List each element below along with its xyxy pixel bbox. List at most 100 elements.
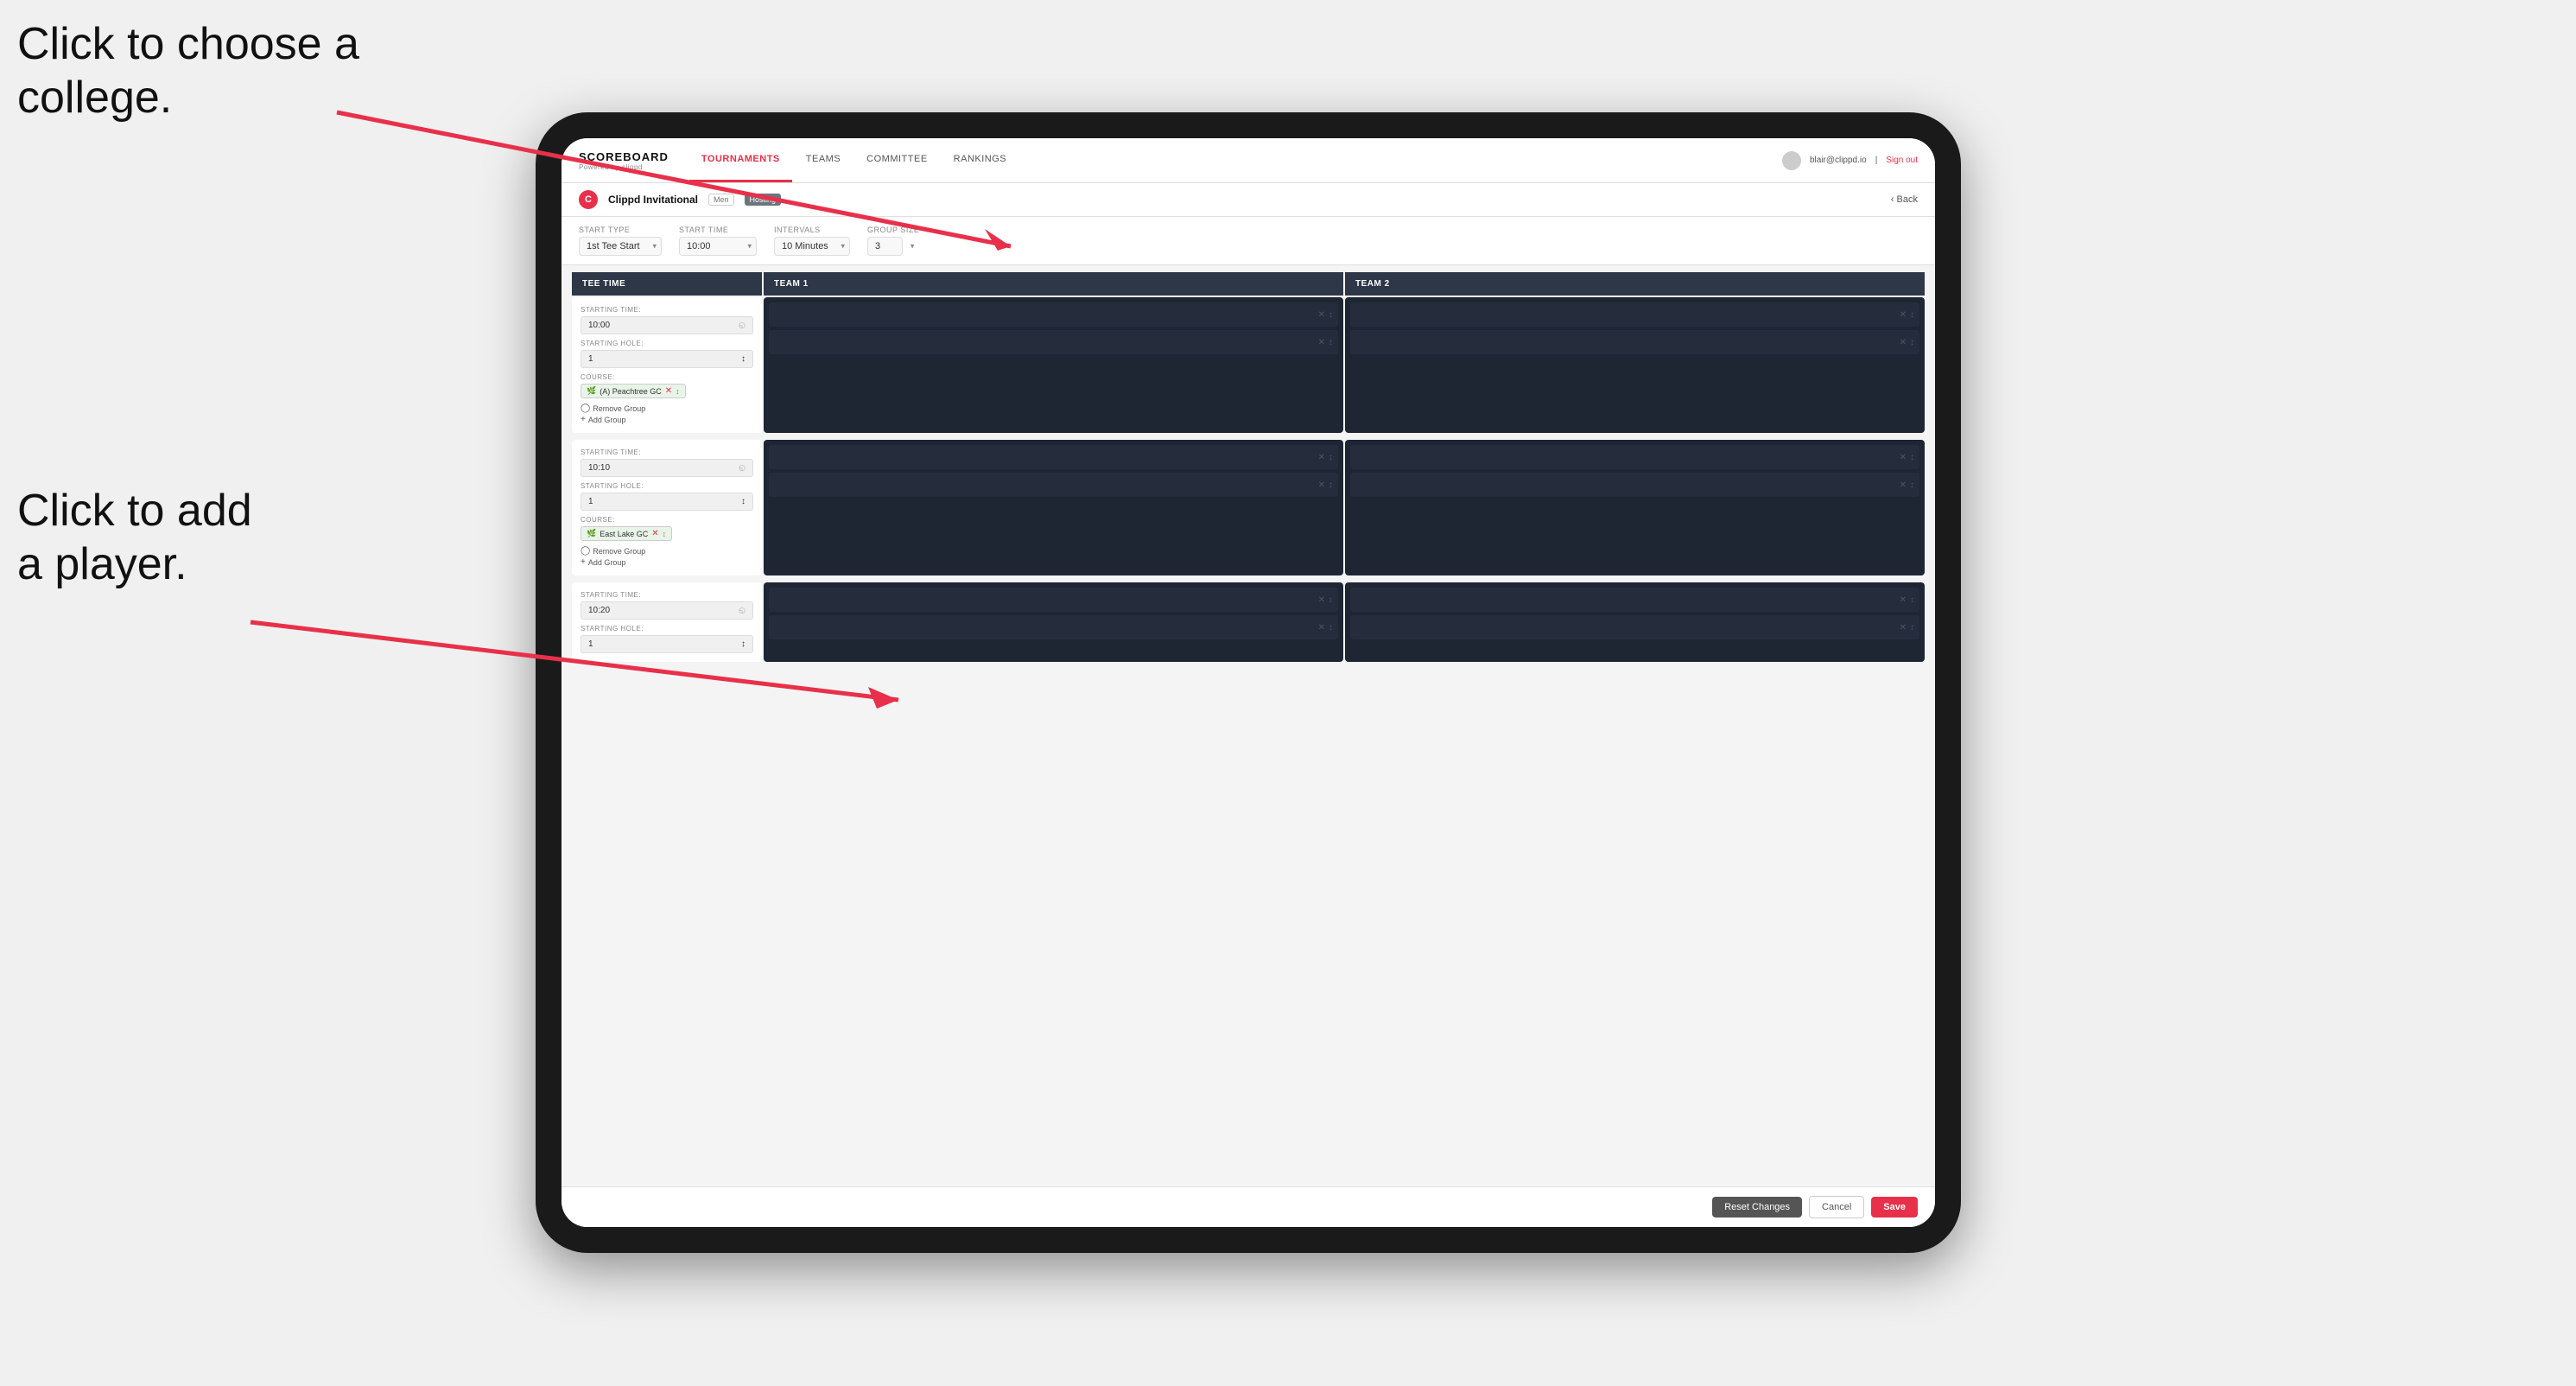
brand-sub: Powered by clippd bbox=[579, 163, 669, 171]
start-type-select[interactable]: 1st Tee Start bbox=[579, 237, 662, 256]
slot-arrow-icon[interactable]: ↕ bbox=[1910, 338, 1914, 347]
starting-hole-input-1[interactable]: 1 ↕ bbox=[581, 493, 753, 511]
starting-hole-label-2: STARTING HOLE: bbox=[581, 625, 753, 633]
intervals-label: Intervals bbox=[774, 226, 850, 234]
slot-x-icon[interactable]: ✕ bbox=[1900, 338, 1907, 347]
slot-x-icon[interactable]: ✕ bbox=[1318, 310, 1325, 320]
group-size-select[interactable]: 3 bbox=[867, 237, 903, 256]
starting-time-input-1[interactable]: 10:10 ◵ bbox=[581, 459, 753, 477]
player-slot[interactable]: ✕ ↕ bbox=[769, 302, 1338, 327]
brand: SCOREBOARD Powered by clippd bbox=[579, 150, 669, 171]
course-name-1: East Lake GC bbox=[600, 530, 648, 538]
tab-committee[interactable]: COMMITTEE bbox=[854, 138, 940, 182]
starting-time-label-1: STARTING TIME: bbox=[581, 448, 753, 456]
group-size-label: Group Size bbox=[867, 226, 919, 234]
player-slot[interactable]: ✕ ↕ bbox=[769, 330, 1338, 354]
starting-time-input-0[interactable]: 10:00 ◵ bbox=[581, 316, 753, 334]
start-time-input[interactable] bbox=[679, 237, 757, 256]
course-name-0: (A) Peachtree GC bbox=[600, 387, 662, 396]
main-content: Tee Time Team 1 Team 2 STARTING TIME: 10… bbox=[562, 265, 1935, 1186]
team1-0: ✕ ↕ ✕ ↕ bbox=[764, 297, 1343, 433]
player-slot[interactable]: ✕ ↕ bbox=[1350, 330, 1919, 354]
starting-time-input-2[interactable]: 10:20 ◵ bbox=[581, 601, 753, 620]
slot-x-icon[interactable]: ✕ bbox=[1900, 595, 1907, 605]
slot-arrow-icon[interactable]: ↕ bbox=[1329, 310, 1333, 320]
slot-x-icon[interactable]: ✕ bbox=[1900, 453, 1907, 462]
team2-2: ✕ ↕ ✕ ↕ bbox=[1345, 582, 1925, 662]
course-remove-1[interactable]: ✕ bbox=[651, 529, 658, 538]
player-slot[interactable]: ✕ ↕ bbox=[1350, 445, 1919, 469]
player-slot[interactable]: ✕ ↕ bbox=[1350, 588, 1919, 612]
slot-arrow-icon[interactable]: ↕ bbox=[1910, 453, 1914, 462]
add-group-0[interactable]: + Add Group bbox=[581, 415, 753, 424]
tee-left-1: STARTING TIME: 10:10 ◵ STARTING HOLE: 1 … bbox=[572, 440, 762, 575]
slot-x-icon[interactable]: ✕ bbox=[1318, 338, 1325, 347]
slot-x-icon[interactable]: ✕ bbox=[1318, 480, 1325, 490]
start-type-group: Start Type 1st Tee Start bbox=[579, 226, 662, 256]
tab-rankings[interactable]: RANKINGS bbox=[942, 138, 1018, 182]
course-remove-0[interactable]: ✕ bbox=[665, 386, 672, 396]
group-size-group: Group Size 3 bbox=[867, 226, 919, 256]
tablet-screen: SCOREBOARD Powered by clippd TOURNAMENTS… bbox=[562, 138, 1935, 1227]
back-button[interactable]: ‹ Back bbox=[1891, 194, 1918, 205]
table-row: STARTING TIME: 10:00 ◵ STARTING HOLE: 1 … bbox=[562, 297, 1935, 433]
table-row: STARTING TIME: 10:20 ◵ STARTING HOLE: 1 … bbox=[562, 582, 1935, 662]
reset-button[interactable]: Reset Changes bbox=[1712, 1197, 1802, 1218]
slot-arrow-icon[interactable]: ↕ bbox=[1910, 480, 1914, 490]
player-slot[interactable]: ✕ ↕ bbox=[1350, 473, 1919, 497]
slot-x-icon[interactable]: ✕ bbox=[1900, 480, 1907, 490]
player-slot[interactable]: ✕ ↕ bbox=[769, 473, 1338, 497]
player-slot[interactable]: ✕ ↕ bbox=[1350, 302, 1919, 327]
course-tag-0[interactable]: 🌿 (A) Peachtree GC ✕ ↕ bbox=[581, 384, 686, 398]
slot-arrow-icon[interactable]: ↕ bbox=[1910, 623, 1914, 633]
start-time-group: Start Time bbox=[679, 226, 757, 256]
slot-arrow-icon[interactable]: ↕ bbox=[1329, 623, 1333, 633]
slot-x-icon[interactable]: ✕ bbox=[1318, 623, 1325, 633]
action-links-0: ◯ Remove Group + Add Group bbox=[581, 404, 753, 424]
tee-left-2: STARTING TIME: 10:20 ◵ STARTING HOLE: 1 … bbox=[572, 582, 762, 662]
slot-arrow-icon[interactable]: ↕ bbox=[1329, 453, 1333, 462]
user-email: blair@clippd.io bbox=[1810, 156, 1867, 165]
nav-tabs: TOURNAMENTS TEAMS COMMITTEE RANKINGS bbox=[689, 138, 1018, 182]
tournament-gender: Men bbox=[708, 194, 734, 206]
table-header: Tee Time Team 1 Team 2 bbox=[562, 272, 1935, 296]
player-slot[interactable]: ✕ ↕ bbox=[769, 615, 1338, 639]
player-slot[interactable]: ✕ ↕ bbox=[769, 445, 1338, 469]
starting-hole-input-2[interactable]: 1 ↕ bbox=[581, 635, 753, 653]
intervals-group: Intervals 10 Minutes bbox=[774, 226, 850, 256]
slot-arrow-icon[interactable]: ↕ bbox=[1329, 338, 1333, 347]
remove-group-0[interactable]: ◯ Remove Group bbox=[581, 404, 753, 413]
group-size-select-wrap: 3 bbox=[867, 237, 919, 256]
slot-arrow-icon[interactable]: ↕ bbox=[1329, 595, 1333, 605]
remove-group-1[interactable]: ◯ Remove Group bbox=[581, 546, 753, 556]
tab-tournaments[interactable]: TOURNAMENTS bbox=[689, 138, 792, 182]
slot-x-icon[interactable]: ✕ bbox=[1900, 310, 1907, 320]
app-header: SCOREBOARD Powered by clippd TOURNAMENTS… bbox=[562, 138, 1935, 183]
start-time-select-wrap bbox=[679, 237, 757, 256]
th-team1: Team 1 bbox=[764, 272, 1343, 296]
starting-hole-label-0: STARTING HOLE: bbox=[581, 340, 753, 347]
tab-teams[interactable]: TEAMS bbox=[794, 138, 853, 182]
slot-arrow-icon[interactable]: ↕ bbox=[1910, 310, 1914, 320]
separator: | bbox=[1875, 156, 1878, 165]
player-slot[interactable]: ✕ ↕ bbox=[769, 588, 1338, 612]
slot-arrow-icon[interactable]: ↕ bbox=[1910, 595, 1914, 605]
slot-x-icon[interactable]: ✕ bbox=[1900, 623, 1907, 633]
team2-1: ✕ ↕ ✕ ↕ bbox=[1345, 440, 1925, 575]
course-tag-1[interactable]: 🌿 East Lake GC ✕ ↕ bbox=[581, 526, 672, 541]
starting-hole-input-0[interactable]: 1 ↕ bbox=[581, 350, 753, 368]
intervals-select-wrap: 10 Minutes bbox=[774, 237, 850, 256]
sign-out-link[interactable]: Sign out bbox=[1886, 156, 1918, 165]
cancel-button[interactable]: Cancel bbox=[1809, 1196, 1864, 1218]
slot-arrow-icon[interactable]: ↕ bbox=[1329, 480, 1333, 490]
save-button[interactable]: Save bbox=[1871, 1197, 1918, 1218]
slot-x-icon[interactable]: ✕ bbox=[1318, 453, 1325, 462]
player-slot[interactable]: ✕ ↕ bbox=[1350, 615, 1919, 639]
th-team2: Team 2 bbox=[1345, 272, 1925, 296]
start-time-label: Start Time bbox=[679, 226, 757, 234]
starting-time-label-0: STARTING TIME: bbox=[581, 306, 753, 314]
add-group-1[interactable]: + Add Group bbox=[581, 557, 753, 567]
annotation-bottom: Click to add a player. bbox=[17, 484, 252, 592]
intervals-select[interactable]: 10 Minutes bbox=[774, 237, 850, 256]
slot-x-icon[interactable]: ✕ bbox=[1318, 595, 1325, 605]
